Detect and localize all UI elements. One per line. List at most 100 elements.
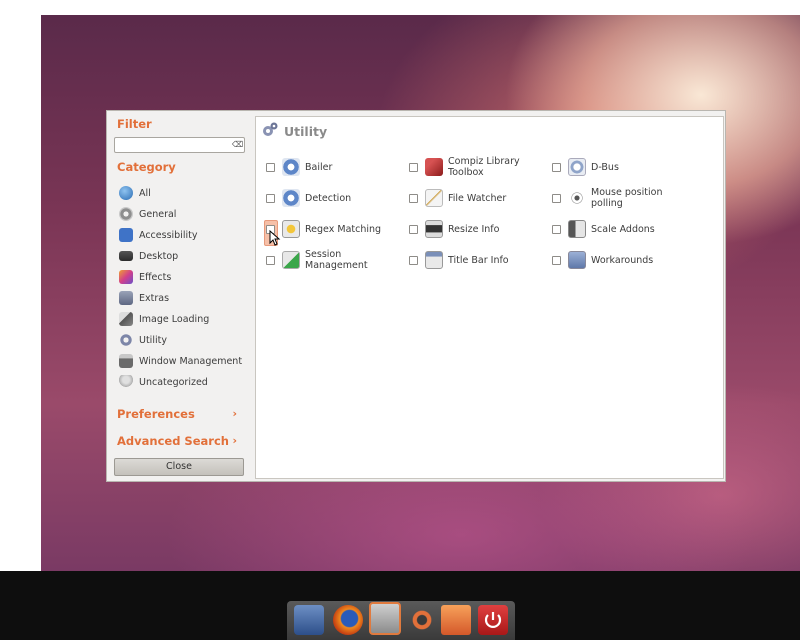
compiz-settings-window: Filter ⌫ Category All General Accessibil…: [106, 110, 726, 482]
file-watcher-icon: [425, 189, 443, 207]
plugin-compiz-library-toolbox[interactable]: Compiz Library Toolbox: [409, 154, 529, 180]
plugin-checkbox[interactable]: [552, 255, 561, 265]
power-icon[interactable]: [478, 605, 508, 635]
category-extras[interactable]: Extras: [119, 289, 169, 307]
plugin-title-bar-info[interactable]: Title Bar Info: [409, 247, 509, 273]
plugin-checkbox[interactable]: [266, 162, 275, 172]
accessibility-icon: [119, 228, 133, 242]
plugin-dbus[interactable]: D-Bus: [552, 154, 619, 180]
plugin-panel: Utility Bailer Compiz Library Toolbox D-…: [255, 116, 724, 479]
category-general[interactable]: General: [119, 205, 176, 223]
bailer-icon: [282, 158, 300, 176]
uncategorized-icon: [119, 375, 133, 389]
advanced-search-expander[interactable]: Advanced Search ›: [117, 434, 245, 448]
dbus-icon: [568, 158, 586, 176]
plugin-label: Detection: [305, 192, 352, 204]
plugin-bailer[interactable]: Bailer: [266, 154, 332, 180]
preferences-expander[interactable]: Preferences ›: [117, 407, 245, 421]
gear-icon: [119, 207, 133, 221]
category-image-loading[interactable]: Image Loading: [119, 310, 209, 328]
filter-input[interactable]: ⌫: [114, 137, 245, 153]
compiz-library-toolbox-icon: [425, 158, 443, 176]
effects-icon: [119, 270, 133, 284]
title-bar-info-icon: [425, 251, 443, 269]
category-label: Image Loading: [139, 313, 210, 325]
plugin-checkbox[interactable]: [409, 193, 418, 203]
category-label: General: [139, 208, 177, 220]
scale-addons-icon: [568, 220, 586, 238]
image-loading-icon: [119, 312, 133, 326]
resize-info-icon: [425, 220, 443, 238]
category-utility[interactable]: Utility: [119, 331, 167, 349]
settings-manager-icon[interactable]: [369, 602, 401, 635]
plugin-detection[interactable]: Detection: [266, 185, 351, 211]
plugin-regex-matching[interactable]: Regex Matching: [266, 216, 381, 242]
plugin-label: Title Bar Info: [448, 254, 509, 266]
category-label: Uncategorized: [139, 376, 208, 388]
save-icon[interactable]: [294, 605, 324, 635]
preferences-label: Preferences: [117, 407, 195, 421]
screen-margin: [0, 15, 41, 571]
category-desktop[interactable]: Desktop: [119, 247, 178, 265]
mouse-position-icon: [568, 189, 586, 207]
clear-filter-icon[interactable]: ⌫: [232, 140, 243, 150]
category-title: Utility: [284, 124, 328, 139]
plugin-label: Bailer: [305, 161, 333, 173]
category-label: Desktop: [139, 250, 179, 262]
utility-icon: [263, 122, 278, 136]
plugin-label: D-Bus: [591, 161, 619, 173]
category-label: All: [139, 187, 151, 199]
globe-icon: [119, 186, 133, 200]
detection-icon: [282, 189, 300, 207]
category-accessibility[interactable]: Accessibility: [119, 226, 197, 244]
plugin-resize-info[interactable]: Resize Info: [409, 216, 499, 242]
ubuntu-icon[interactable]: [407, 605, 437, 635]
filter-heading: Filter: [117, 117, 152, 131]
category-all[interactable]: All: [119, 184, 151, 202]
firefox-icon[interactable]: [333, 605, 363, 635]
category-label: Utility: [139, 334, 167, 346]
sidebar: Filter ⌫ Category All General Accessibil…: [107, 111, 255, 481]
plugin-checkbox[interactable]: [409, 162, 418, 172]
plugin-label: Resize Info: [448, 223, 500, 235]
workarounds-icon: [568, 251, 586, 269]
plugin-label: Compiz Library Toolbox: [448, 156, 520, 178]
plugin-label: Session Management: [305, 249, 368, 271]
category-label: Accessibility: [139, 229, 198, 241]
plugin-checkbox[interactable]: [409, 255, 418, 265]
plugin-session-management[interactable]: Session Management: [266, 247, 386, 273]
plugin-mouse-position-polling[interactable]: Mouse position polling: [552, 185, 672, 211]
plugin-scale-addons[interactable]: Scale Addons: [552, 216, 655, 242]
plugin-checkbox[interactable]: [552, 224, 561, 234]
plugin-label: Regex Matching: [305, 223, 382, 235]
plugin-checkbox[interactable]: [552, 193, 561, 203]
category-uncategorized[interactable]: Uncategorized: [119, 373, 208, 391]
utility-icon: [119, 333, 133, 347]
close-button[interactable]: Close: [114, 458, 244, 476]
mouse-pointer-icon: [269, 230, 281, 246]
advanced-search-label: Advanced Search: [117, 434, 229, 448]
extras-icon: [119, 291, 133, 305]
session-management-icon: [282, 251, 300, 269]
plugin-label: Workarounds: [591, 254, 654, 266]
chevron-right-icon: ›: [232, 407, 237, 420]
plugin-checkbox[interactable]: [409, 224, 418, 234]
chevron-right-icon: ›: [232, 434, 237, 447]
plugin-workarounds[interactable]: Workarounds: [552, 247, 653, 273]
plugin-label: File Watcher: [448, 192, 507, 204]
plugin-checkbox[interactable]: [266, 193, 275, 203]
plugin-file-watcher[interactable]: File Watcher: [409, 185, 506, 211]
category-window-management[interactable]: Window Management: [119, 352, 242, 370]
plugin-checkbox[interactable]: [266, 255, 275, 265]
plugin-label: Mouse position polling: [591, 187, 663, 209]
regex-matching-icon: [282, 220, 300, 238]
desktop-icon: [119, 251, 133, 261]
plugin-checkbox[interactable]: [552, 162, 561, 172]
category-effects[interactable]: Effects: [119, 268, 171, 286]
files-icon[interactable]: [441, 605, 471, 635]
category-heading: Category: [117, 160, 176, 174]
category-label: Window Management: [139, 355, 243, 367]
plugin-label: Scale Addons: [591, 223, 655, 235]
window-management-icon: [119, 354, 133, 368]
power-symbol-icon: [484, 612, 502, 628]
